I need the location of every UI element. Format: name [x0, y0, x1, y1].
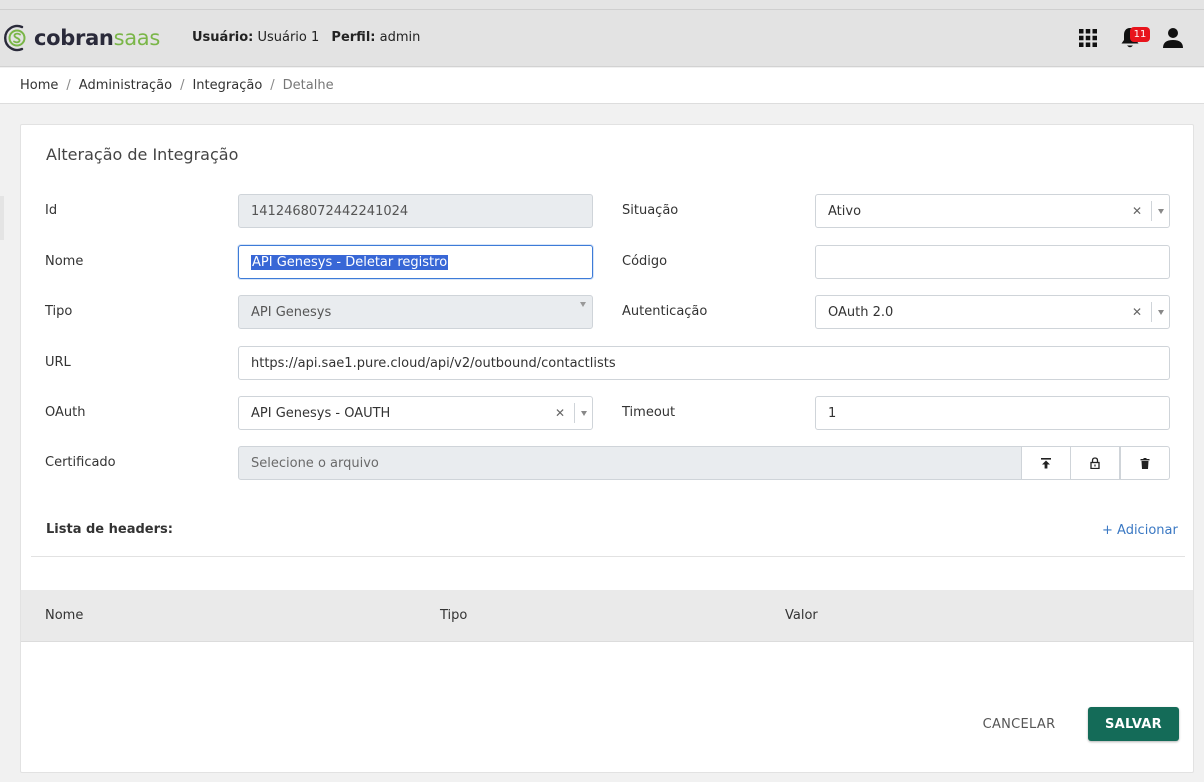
tipo-value: API Genesys [251, 304, 332, 320]
save-button[interactable]: SALVAR [1088, 707, 1179, 741]
logo-mark-icon [4, 24, 26, 52]
url-input[interactable]: https://api.sae1.pure.cloud/api/v2/outbo… [238, 346, 1170, 380]
certificado-label: Certificado [45, 455, 116, 470]
lock-icon [1090, 457, 1100, 469]
notification-badge: 11 [1130, 27, 1150, 42]
nome-label: Nome [45, 254, 84, 269]
timeout-label: Timeout [622, 405, 676, 420]
breadcrumb-detalhe: Detalhe [282, 78, 334, 93]
breadcrumb-separator: / [180, 78, 185, 93]
certificado-placeholder: Selecione o arquivo [251, 455, 379, 471]
chevron-down-icon[interactable] [1151, 201, 1169, 221]
user-label: Usuário: [192, 30, 254, 45]
tipo-select: API Genesys [238, 295, 593, 329]
column-valor: Valor [785, 608, 818, 623]
profile-label: Perfil: [331, 30, 376, 45]
url-value: https://api.sae1.pure.cloud/api/v2/outbo… [251, 355, 616, 371]
nome-input[interactable]: API Genesys - Deletar registro [238, 245, 593, 279]
profile-value: admin [379, 30, 421, 45]
id-label: Id [45, 203, 58, 218]
breadcrumb-administracao[interactable]: Administração [79, 78, 172, 93]
page-title: Alteração de Integração [46, 145, 239, 164]
breadcrumb-home[interactable]: Home [20, 78, 58, 93]
add-header-link[interactable]: + Adicionar [1102, 523, 1178, 538]
breadcrumb-integracao[interactable]: Integração [192, 78, 262, 93]
user-info: Usuário: Usuário 1 Perfil: admin [192, 30, 428, 45]
codigo-input[interactable] [815, 245, 1170, 279]
codigo-label: Código [622, 254, 668, 269]
url-label: URL [45, 355, 71, 370]
cancel-button[interactable]: CANCELAR [979, 707, 1059, 741]
id-field: 1412468072442241024 [238, 194, 593, 228]
breadcrumb-separator: / [270, 78, 275, 93]
column-nome: Nome [45, 608, 84, 623]
clear-icon[interactable]: ✕ [1132, 204, 1142, 218]
clear-icon[interactable]: ✕ [1132, 305, 1142, 319]
logo-text-main: cobran [34, 26, 114, 50]
headers-table-header: Nome Tipo Valor [21, 590, 1193, 642]
timeout-input[interactable]: 1 [815, 396, 1170, 430]
app-logo[interactable]: cobransaas [2, 23, 160, 53]
clear-icon[interactable]: ✕ [555, 406, 565, 420]
chevron-down-icon[interactable] [1151, 302, 1169, 322]
autenticacao-select[interactable]: OAuth 2.0 ✕ [815, 295, 1170, 329]
breadcrumb: Home / Administração / Integração / Deta… [0, 68, 1204, 104]
oauth-label: OAuth [45, 405, 86, 420]
sidebar-edge [0, 196, 4, 240]
certificado-file-input[interactable]: Selecione o arquivo [238, 446, 1022, 480]
autenticacao-label: Autenticação [622, 304, 708, 319]
timeout-value: 1 [828, 405, 837, 421]
headers-list-label: Lista de headers: [46, 522, 173, 537]
autenticacao-value: OAuth 2.0 [828, 304, 894, 320]
column-tipo: Tipo [440, 608, 468, 623]
app-header: cobransaas Usuário: Usuário 1 Perfil: ad… [0, 10, 1204, 67]
situacao-label: Situação [622, 203, 679, 218]
apps-grid-icon[interactable] [1075, 25, 1101, 51]
situacao-select[interactable]: Ativo ✕ [815, 194, 1170, 228]
oauth-select[interactable]: API Genesys - OAUTH ✕ [238, 396, 593, 430]
situacao-value: Ativo [828, 203, 862, 219]
chevron-down-icon[interactable] [574, 403, 592, 423]
section-divider [31, 556, 1185, 557]
lock-button[interactable] [1070, 446, 1120, 480]
trash-icon [1140, 457, 1150, 469]
upload-button[interactable] [1021, 446, 1071, 480]
user-value: Usuário 1 [257, 30, 320, 45]
id-value: 1412468072442241024 [251, 203, 409, 219]
logo-text-accent: saas [113, 26, 161, 50]
nome-value: API Genesys - Deletar registro [251, 254, 449, 270]
browser-top-strip [0, 0, 1204, 10]
user-icon[interactable] [1160, 25, 1186, 51]
tipo-label: Tipo [45, 304, 73, 319]
logo-text: cobransaas [34, 26, 160, 50]
integration-form-card: Alteração de Integração Id 1412468072442… [20, 124, 1194, 773]
breadcrumb-separator: / [66, 78, 71, 93]
chevron-down-icon [580, 302, 586, 322]
upload-icon [1041, 457, 1051, 468]
delete-button[interactable] [1120, 446, 1170, 480]
oauth-value: API Genesys - OAUTH [251, 405, 391, 421]
